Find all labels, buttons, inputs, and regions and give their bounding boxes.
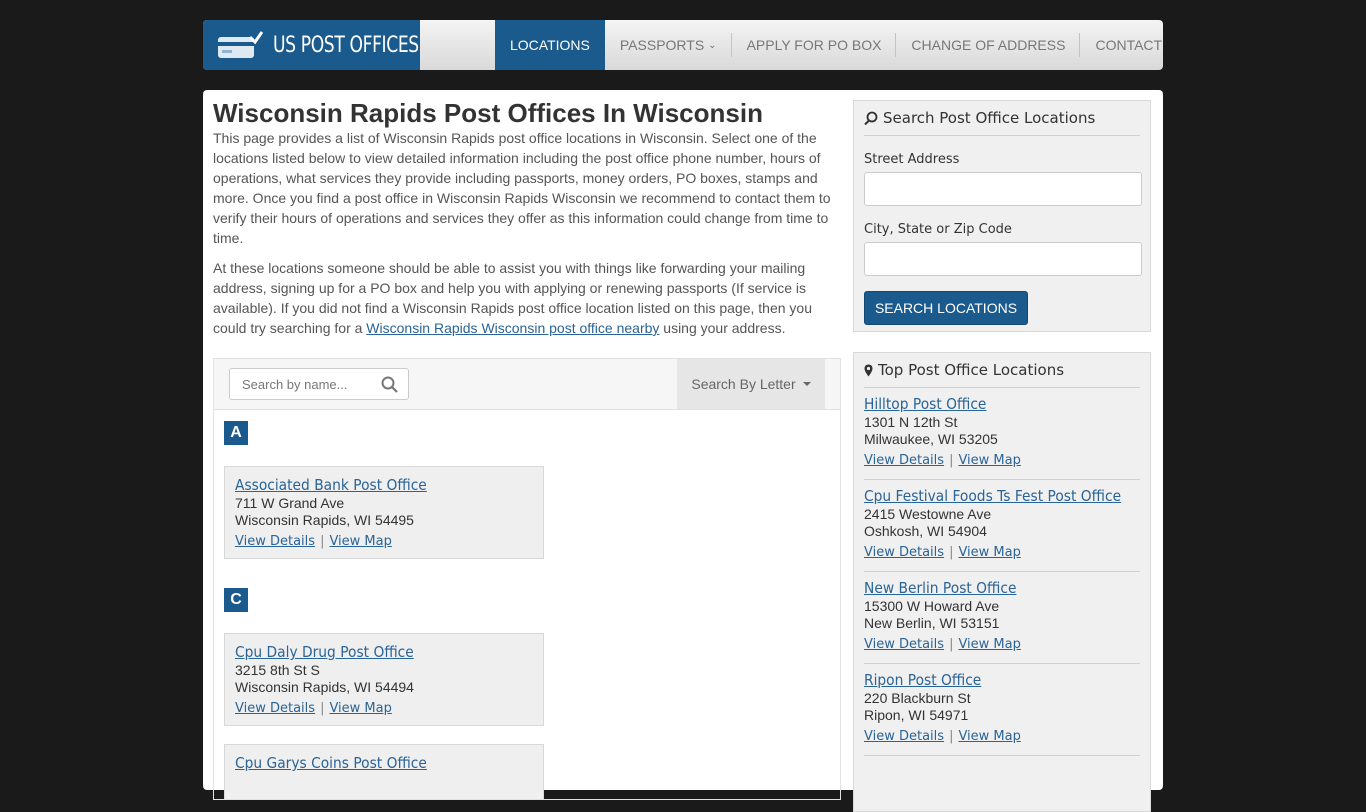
office-street: 3215 8th St S <box>235 662 320 678</box>
office-list: Search By Letter A Associated Bank Post … <box>213 358 841 800</box>
top-location-city: Ripon, WI 54971 <box>864 707 969 723</box>
nav-contact-us[interactable]: CONTACT US <box>1080 20 1163 70</box>
view-map-link[interactable]: View Map <box>329 534 391 549</box>
search-locations-button[interactable]: SEARCH LOCATIONS <box>864 291 1028 325</box>
intro-paragraph-1: This page provides a list of Wisconsin R… <box>213 130 831 246</box>
office-name-link[interactable]: Associated Bank Post Office <box>235 477 427 494</box>
top-locations-widget: Top Post Office Locations Hilltop Post O… <box>853 352 1151 812</box>
search-icon <box>864 111 878 125</box>
top-location-item: Ripon Post Office 220 Blackburn St Ripon… <box>864 664 1140 756</box>
view-details-link[interactable]: View Details <box>235 534 315 549</box>
intro-paragraph-2: At these locations someone should be abl… <box>213 260 812 336</box>
street-address-input[interactable] <box>864 172 1142 206</box>
view-details-link[interactable]: View Details <box>864 637 944 652</box>
site-logo[interactable]: US POST OFFICES <box>203 20 420 70</box>
list-toolbar: Search By Letter <box>214 359 840 410</box>
view-map-link[interactable]: View Map <box>958 545 1020 560</box>
top-location-street: 1301 N 12th St <box>864 414 958 430</box>
office-street: 711 W Grand Ave <box>235 495 345 511</box>
main-nav: LOCATIONS PASSPORTS ⌄ APPLY FOR PO BOX CH… <box>495 20 1163 70</box>
search-by-letter-dropdown[interactable]: Search By Letter <box>677 359 825 409</box>
view-map-link[interactable]: View Map <box>958 453 1020 468</box>
search-widget-heading: Search Post Office Locations <box>864 101 1140 136</box>
top-location-name-link[interactable]: Cpu Festival Foods Ts Fest Post Office <box>864 488 1121 505</box>
city-state-zip-label: City, State or Zip Code <box>864 222 1012 237</box>
office-name-link[interactable]: Cpu Garys Coins Post Office <box>235 755 427 772</box>
top-navbar: US POST OFFICES LOCATIONS PASSPORTS ⌄ APP… <box>203 20 1163 70</box>
view-details-link[interactable]: View Details <box>864 545 944 560</box>
city-state-zip-input[interactable] <box>864 242 1142 276</box>
view-map-link[interactable]: View Map <box>958 729 1020 744</box>
top-location-city: Milwaukee, WI 53205 <box>864 431 998 447</box>
caret-down-icon <box>802 382 811 386</box>
nav-change-of-address[interactable]: CHANGE OF ADDRESS <box>896 20 1081 70</box>
view-details-link[interactable]: View Details <box>864 729 944 744</box>
top-location-city: Oshkosh, WI 54904 <box>864 523 987 539</box>
name-search-input[interactable] <box>230 369 382 399</box>
nav-passports[interactable]: PASSPORTS ⌄ <box>605 20 732 70</box>
main-content: Wisconsin Rapids Post Offices In Wiscons… <box>213 90 841 800</box>
top-location-name-link[interactable]: New Berlin Post Office <box>864 580 1016 597</box>
nearby-search-link[interactable]: Wisconsin Rapids Wisconsin post office n… <box>366 320 659 336</box>
office-city: Wisconsin Rapids, WI 54495 <box>235 512 414 528</box>
office-card: Cpu Garys Coins Post Office <box>224 744 544 799</box>
top-location-item: Hilltop Post Office 1301 N 12th St Milwa… <box>864 388 1140 480</box>
nav-locations[interactable]: LOCATIONS <box>495 20 605 70</box>
view-details-link[interactable]: View Details <box>864 453 944 468</box>
letter-heading-c: C <box>224 588 248 612</box>
map-marker-icon <box>864 364 873 377</box>
top-location-city: New Berlin, WI 53151 <box>864 615 1000 631</box>
top-location-street: 15300 W Howard Ave <box>864 598 1000 614</box>
logo-text: US POST OFFICES <box>273 32 419 58</box>
office-card: Cpu Daly Drug Post Office 3215 8th St S … <box>224 633 544 726</box>
office-name-link[interactable]: Cpu Daly Drug Post Office <box>235 644 414 661</box>
top-location-street: 2415 Westowne Ave <box>864 506 992 522</box>
office-city: Wisconsin Rapids, WI 54494 <box>235 679 414 695</box>
view-map-link[interactable]: View Map <box>329 701 391 716</box>
top-location-item: New Berlin Post Office 15300 W Howard Av… <box>864 572 1140 664</box>
location-search-widget: Search Post Office Locations Street Addr… <box>853 100 1151 332</box>
nav-apply-po-box[interactable]: APPLY FOR PO BOX <box>732 20 897 70</box>
top-location-item: Cpu Festival Foods Ts Fest Post Office 2… <box>864 480 1140 572</box>
page-title: Wisconsin Rapids Post Offices In Wiscons… <box>213 98 763 128</box>
view-map-link[interactable]: View Map <box>958 637 1020 652</box>
search-icon[interactable] <box>381 376 398 393</box>
top-locations-heading: Top Post Office Locations <box>864 353 1140 388</box>
credit-card-check-icon <box>217 31 264 59</box>
chevron-down-icon: ⌄ <box>708 39 717 51</box>
street-address-label: Street Address <box>864 152 960 167</box>
name-search-box <box>229 368 409 400</box>
main-panel: Wisconsin Rapids Post Offices In Wiscons… <box>203 90 1163 812</box>
view-details-link[interactable]: View Details <box>235 701 315 716</box>
letter-heading-a: A <box>224 421 248 445</box>
top-location-street: 220 Blackburn St <box>864 690 971 706</box>
top-location-name-link[interactable]: Ripon Post Office <box>864 672 981 689</box>
top-location-name-link[interactable]: Hilltop Post Office <box>864 396 986 413</box>
intro-text: This page provides a list of Wisconsin R… <box>213 128 839 338</box>
office-card: Associated Bank Post Office 711 W Grand … <box>224 466 544 559</box>
